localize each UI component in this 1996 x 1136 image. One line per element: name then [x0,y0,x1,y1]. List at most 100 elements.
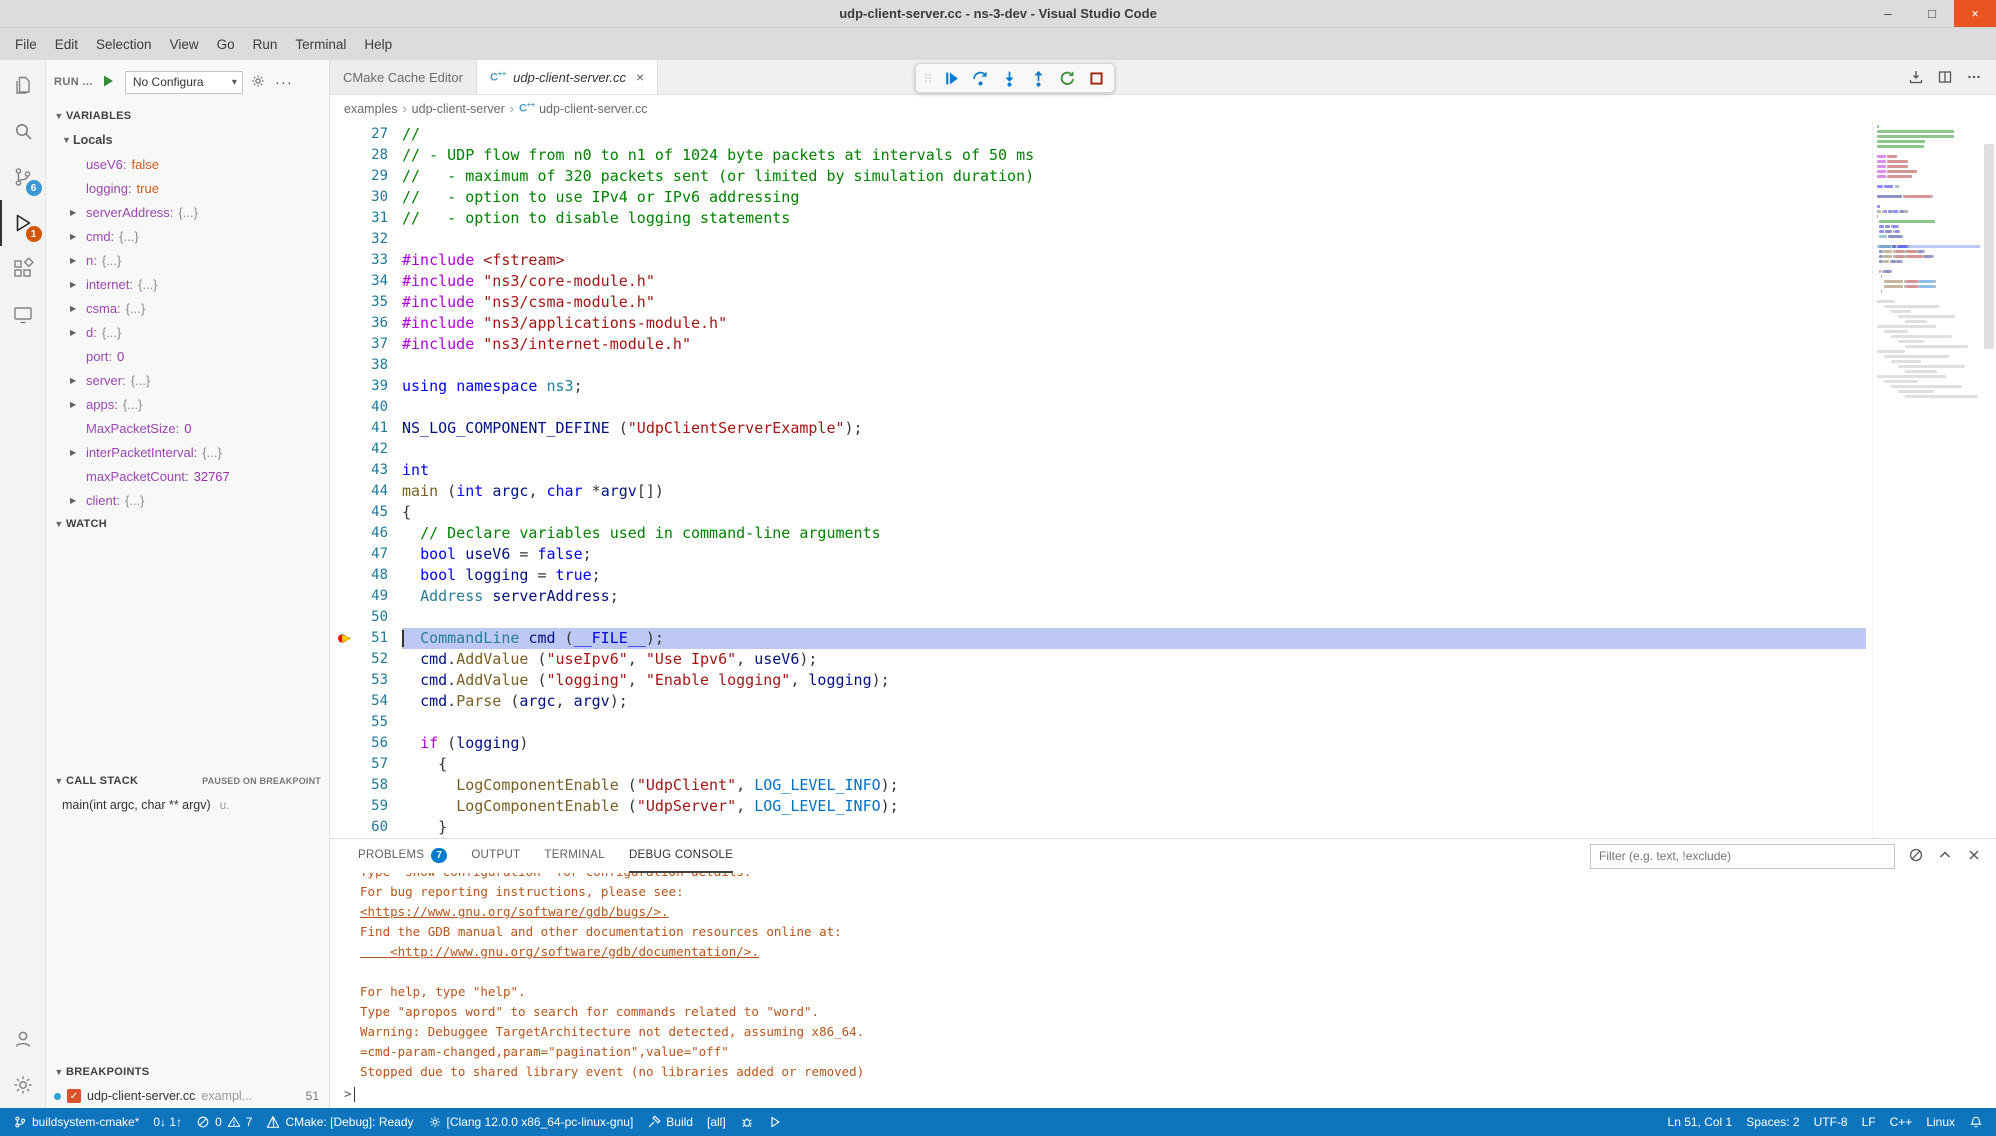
minimap[interactable] [1872,122,1982,838]
line-number[interactable]: 39 [330,376,388,397]
panel-tab-debug-console[interactable]: DEBUG CONSOLE [629,839,733,873]
step-into-button[interactable] [996,65,1022,91]
line-number[interactable]: 52 [330,649,388,670]
code-text[interactable]: #include "ns3/applications-module.h" [402,313,1866,334]
code-text[interactable]: { [402,502,1866,523]
code-text[interactable]: } [402,817,1866,838]
window-maximize-button[interactable]: □ [1910,0,1954,27]
code-text[interactable]: #include "ns3/csma-module.h" [402,292,1866,313]
line-number[interactable]: 38 [330,355,388,376]
code-text[interactable]: using namespace ns3; [402,376,1866,397]
activity-run-and-debug[interactable]: 1 [0,200,46,246]
activity-extensions[interactable] [0,246,46,292]
variable-row[interactable]: ▶serverAddress:{...} [46,200,329,224]
line-number[interactable]: 57 [330,754,388,775]
breakpoints-section-header[interactable]: ▼ BREAKPOINTS [46,1060,329,1084]
code-text[interactable]: #include "ns3/core-module.h" [402,271,1866,292]
maximize-panel[interactable] [1937,847,1953,866]
line-number[interactable]: 41 [330,418,388,439]
line-number[interactable]: 35 [330,292,388,313]
line-number[interactable]: 44 [330,481,388,502]
code-text[interactable] [402,439,1866,460]
line-number[interactable]: 58 [330,775,388,796]
console-filter-input[interactable] [1590,844,1895,869]
line-number[interactable]: 43 [330,460,388,481]
continue-button[interactable] [938,65,964,91]
activity-remote-explorer[interactable] [0,292,46,338]
editor-scrollbar[interactable] [1982,122,1996,838]
cursor-position[interactable]: Ln 51, Col 1 [1661,1108,1740,1136]
line-number[interactable]: 34 [330,271,388,292]
menu-view[interactable]: View [161,33,208,56]
code-text[interactable] [402,607,1866,628]
variable-row[interactable]: ▶internet:{...} [46,272,329,296]
sync-indicator[interactable]: 0↓ 1↑ [146,1108,189,1136]
call-stack-section-header[interactable]: ▼ CALL STACK PAUSED ON BREAKPOINT [46,769,329,793]
activity-accounts[interactable] [0,1016,46,1062]
encoding[interactable]: UTF-8 [1807,1108,1855,1136]
code-text[interactable]: NS_LOG_COMPONENT_DEFINE ("UdpClientServe… [402,418,1866,439]
line-number[interactable]: 48 [330,565,388,586]
menu-run[interactable]: Run [244,33,287,56]
close-icon[interactable]: × [636,69,644,85]
language-mode[interactable]: C++ [1883,1108,1920,1136]
line-number[interactable]: 46 [330,523,388,544]
code-text[interactable]: // - option to use IPv4 or IPv6 addressi… [402,187,1866,208]
start-debugging-button[interactable] [100,73,118,91]
code-text[interactable] [402,229,1866,250]
line-number[interactable]: 30 [330,187,388,208]
activity-search[interactable] [0,108,46,154]
line-number[interactable]: 55 [330,712,388,733]
breakpoint-row[interactable]: ✓ udp-client-server.cc exampl... 51 [46,1084,329,1108]
scrollbar-thumb[interactable] [1984,144,1994,349]
code-text[interactable]: // - maximum of 320 packets sent (or lim… [402,166,1866,187]
line-number[interactable]: 28 [330,145,388,166]
open-editors-dropdown[interactable] [1908,69,1924,85]
breadcrumb-item[interactable]: examples [344,102,398,116]
line-number[interactable]: 42 [330,439,388,460]
code-text[interactable]: { [402,754,1866,775]
code-text[interactable]: if (logging) [402,733,1866,754]
variable-row[interactable]: logging:true [46,176,329,200]
variable-row[interactable]: port:0 [46,344,329,368]
code-text[interactable]: cmd.AddValue ("logging", "Enable logging… [402,670,1866,691]
locals-scope-row[interactable]: ▼ Locals [46,128,329,152]
menu-selection[interactable]: Selection [87,33,161,56]
stack-frame-row[interactable]: main(int argc, char ** argv) u. [46,793,329,817]
clear-console[interactable] [1908,847,1924,866]
line-number[interactable]: 50 [330,607,388,628]
code-text[interactable]: LogComponentEnable ("UdpServer", LOG_LEV… [402,796,1866,817]
watch-section-header[interactable]: ▼ WATCH [46,512,329,536]
variable-row[interactable]: ▶server:{...} [46,368,329,392]
line-number[interactable]: 33 [330,250,388,271]
activity-manage[interactable] [0,1062,46,1108]
drag-handle-icon[interactable] [921,65,935,91]
variable-row[interactable]: ▶n:{...} [46,248,329,272]
problems-indicator[interactable]: 07 [189,1108,259,1136]
line-number[interactable]: 27 [330,124,388,145]
console-input-row[interactable]: > [344,1082,1996,1104]
code-text[interactable]: // - option to disable logging statement… [402,208,1866,229]
variable-row[interactable]: ▶apps:{...} [46,392,329,416]
stop-button[interactable] [1083,65,1109,91]
code-text[interactable]: // - UDP flow from n0 to n1 of 1024 byte… [402,145,1866,166]
line-number[interactable]: 32 [330,229,388,250]
tab-udp-client-server-cc[interactable]: C++udp-client-server.cc× [477,60,658,94]
code-editor[interactable]: 27//28// - UDP flow from n0 to n1 of 102… [330,122,1866,838]
more-actions-icon[interactable]: ··· [275,74,293,91]
panel-tab-output[interactable]: OUTPUT [471,839,520,873]
line-number[interactable]: 53 [330,670,388,691]
variable-row[interactable]: useV6:false [46,152,329,176]
menu-terminal[interactable]: Terminal [286,33,355,56]
notifications[interactable] [1962,1108,1990,1136]
panel-tab-terminal[interactable]: TERMINAL [544,839,605,873]
breadcrumb-item[interactable]: C++udp-client-server.cc [519,102,648,116]
variable-row[interactable]: ▶d:{...} [46,320,329,344]
window-close-button[interactable]: × [1954,0,1996,27]
split-editor[interactable] [1937,69,1953,85]
code-text[interactable]: Address serverAddress; [402,586,1866,607]
variable-row[interactable]: MaxPacketSize:0 [46,416,329,440]
code-text[interactable]: #include <fstream> [402,250,1866,271]
remote-os[interactable]: Linux [1919,1108,1962,1136]
code-text[interactable] [402,355,1866,376]
